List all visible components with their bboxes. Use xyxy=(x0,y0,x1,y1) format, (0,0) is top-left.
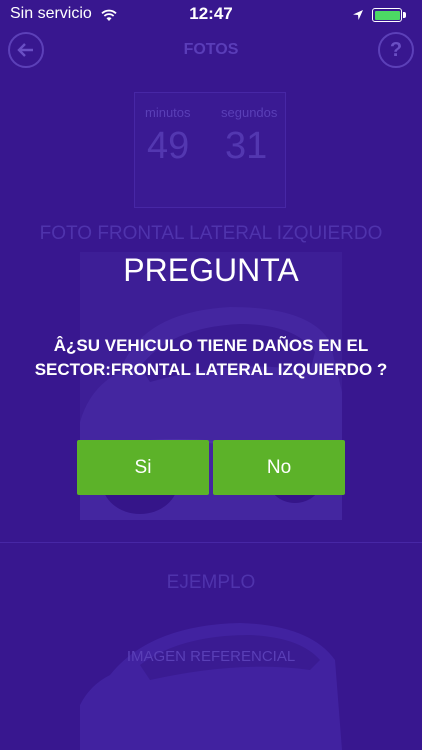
question-dialog: PREGUNTA Â¿SU VEHICULO TIENE DAÑOS EN EL… xyxy=(0,0,422,750)
no-button[interactable]: No xyxy=(213,440,345,495)
yes-button[interactable]: Si xyxy=(77,440,209,495)
dialog-message: Â¿SU VEHICULO TIENE DAÑOS EN EL SECTOR:F… xyxy=(34,336,388,379)
dialog-title: PREGUNTA xyxy=(123,252,299,288)
